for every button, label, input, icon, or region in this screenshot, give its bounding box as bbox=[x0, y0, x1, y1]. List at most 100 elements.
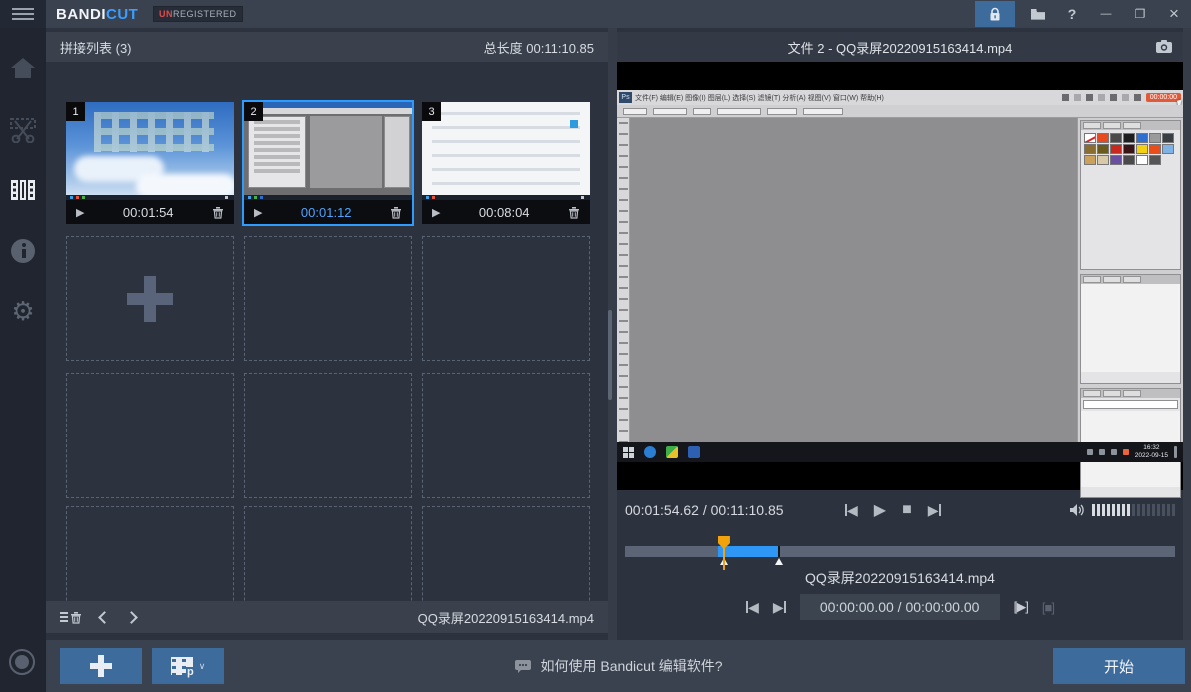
video-preview[interactable]: Ps 文件(F) 编辑(E) 图像(I) 图层(L) 选择(S) 滤镜(T) 分… bbox=[617, 62, 1183, 490]
shield-icon bbox=[666, 446, 678, 458]
trash-icon bbox=[212, 206, 224, 219]
speech-bubble-icon bbox=[514, 659, 532, 673]
move-right-button[interactable] bbox=[125, 611, 138, 624]
empty-slot bbox=[422, 373, 590, 498]
join-list-panel: 拼接列表 (3) 总长度 00:11:10.85 1 ▶ 00:01:54 bbox=[46, 28, 608, 640]
ps-taskbar-icon bbox=[688, 446, 700, 458]
segment-prev-button[interactable]: ◀ bbox=[746, 599, 759, 616]
open-folder-button[interactable] bbox=[1021, 1, 1055, 27]
clip-1-thumbnail bbox=[66, 102, 234, 200]
video-ps-panels bbox=[1077, 118, 1183, 442]
clip-play-icon[interactable]: ▶ bbox=[432, 206, 440, 219]
join-list-title: 拼接列表 (3) bbox=[60, 38, 132, 57]
volume-bars[interactable] bbox=[1092, 504, 1175, 516]
sidebar-item-join[interactable] bbox=[0, 170, 46, 210]
clear-list-button[interactable] bbox=[60, 611, 82, 624]
segment-next-button[interactable]: ▶ bbox=[773, 599, 786, 616]
help-text: 如何使用 Bandicut 编辑软件? bbox=[540, 656, 722, 676]
skip-start-button[interactable]: ◀ bbox=[845, 502, 858, 519]
total-length-label: 总长度 00:11:10.85 bbox=[484, 38, 594, 57]
stop-icon: ■ bbox=[902, 501, 912, 519]
scissors-cut-icon bbox=[9, 117, 37, 143]
home-icon bbox=[10, 56, 36, 80]
video-ps-menubar: Ps 文件(F) 编辑(E) 图像(I) 图层(L) 选择(S) 滤镜(T) 分… bbox=[617, 90, 1183, 105]
segment-play-button[interactable]: [▶] bbox=[1014, 599, 1028, 615]
maximize-button[interactable]: ❐ bbox=[1123, 1, 1157, 27]
snapshot-button[interactable] bbox=[1155, 39, 1173, 59]
segment-next-icon: ▶ bbox=[773, 599, 784, 616]
sidebar-item-home[interactable] bbox=[0, 48, 46, 88]
list-icon bbox=[60, 612, 68, 622]
clip-item-1[interactable]: 1 ▶ 00:01:54 bbox=[66, 102, 234, 224]
help-button[interactable]: ? bbox=[1055, 1, 1089, 27]
clip-play-icon[interactable]: ▶ bbox=[254, 206, 262, 219]
play-icon: ▶ bbox=[874, 500, 886, 520]
titlebar: BANDICUT UNREGISTERED ? — ❐ × bbox=[0, 0, 1191, 28]
clip-grid: 1 ▶ 00:01:54 ···· bbox=[46, 62, 608, 629]
clip-number-badge: 3 bbox=[422, 102, 441, 121]
app-logo: BANDICUT bbox=[56, 0, 138, 28]
sidebar: ⚙ bbox=[0, 28, 46, 692]
logo-text-cut: CUT bbox=[106, 6, 138, 23]
record-button[interactable] bbox=[9, 649, 35, 675]
selected-segment[interactable] bbox=[718, 546, 778, 557]
recording-time-badge: 00:00:00 bbox=[1146, 93, 1181, 102]
clip-2-thumbnail bbox=[244, 102, 412, 200]
seek-track[interactable] bbox=[625, 546, 1175, 557]
preview-title: 文件 2 - QQ录屏20220915163414.mp4 bbox=[788, 38, 1013, 57]
clip-item-2-selected[interactable]: 2 ▶ 00:01:12 bbox=[244, 102, 412, 224]
segment-stop-button[interactable]: [■] bbox=[1042, 600, 1054, 615]
windows-start-icon bbox=[623, 447, 634, 458]
start-label: 开始 bbox=[1104, 656, 1134, 677]
sidebar-item-info[interactable] bbox=[0, 231, 46, 271]
lock-icon bbox=[988, 7, 1002, 22]
start-button[interactable]: 开始 bbox=[1053, 648, 1185, 684]
preview-header: 文件 2 - QQ录屏20220915163414.mp4 bbox=[617, 32, 1183, 62]
sidebar-item-settings[interactable]: ⚙ bbox=[0, 291, 46, 331]
clip-3-footer: ▶ 00:08:04 bbox=[422, 200, 590, 224]
segment-time-display[interactable]: 00:00:00.00 / 00:00:00.00 bbox=[800, 594, 1000, 620]
move-left-button[interactable] bbox=[98, 611, 111, 624]
qq-annotation-toolbar: 00:00:00 bbox=[1062, 93, 1181, 102]
help-link[interactable]: 如何使用 Bandicut 编辑软件? bbox=[46, 640, 1191, 692]
segment-end-tick bbox=[778, 546, 780, 557]
clip-play-icon[interactable]: ▶ bbox=[76, 206, 84, 219]
clip-item-3[interactable]: 3 ▶ 00:08:04 bbox=[422, 102, 590, 224]
skip-end-button[interactable]: ▶ bbox=[928, 502, 941, 519]
maximize-icon: ❐ bbox=[1135, 7, 1146, 21]
preview-panel: 文件 2 - QQ录屏20220915163414.mp4 Ps 文件(F) 编… bbox=[617, 28, 1183, 640]
segment-end-handle[interactable] bbox=[775, 558, 783, 565]
volume-control[interactable] bbox=[1069, 503, 1175, 517]
clip-delete-button[interactable] bbox=[568, 206, 580, 219]
sidebar-item-cut[interactable] bbox=[0, 110, 46, 150]
empty-slot-add[interactable] bbox=[66, 236, 234, 361]
lock-button[interactable] bbox=[975, 1, 1015, 27]
minimize-button[interactable]: — bbox=[1089, 1, 1123, 27]
playback-time: 00:01:54.62 / 00:11:10.85 bbox=[625, 502, 784, 518]
window-controls: ? — ❐ × bbox=[975, 0, 1191, 28]
ps-logo: Ps bbox=[619, 92, 632, 103]
clip-duration: 00:01:12 bbox=[262, 205, 390, 220]
clip-number-badge: 2 bbox=[244, 102, 263, 121]
menu-button[interactable] bbox=[0, 0, 46, 28]
speaker-icon bbox=[1069, 503, 1086, 517]
join-list-scrollbar[interactable] bbox=[608, 310, 612, 400]
video-frame-desktop: Ps 文件(F) 编辑(E) 图像(I) 图层(L) 选择(S) 滤镜(T) 分… bbox=[617, 90, 1183, 462]
clip-number-badge: 1 bbox=[66, 102, 85, 121]
unregistered-un: UN bbox=[159, 9, 173, 19]
clip-duration: 00:08:04 bbox=[440, 205, 568, 220]
play-button[interactable]: ▶ bbox=[874, 500, 886, 520]
clip-delete-button[interactable] bbox=[212, 206, 224, 219]
clip-1-footer: ▶ 00:01:54 bbox=[66, 200, 234, 224]
stop-button[interactable]: ■ bbox=[902, 501, 912, 519]
preview-clip-filename: QQ录屏20220915163414.mp4 bbox=[617, 568, 1183, 588]
seek-bar bbox=[625, 536, 1175, 570]
close-button[interactable]: × bbox=[1157, 1, 1191, 27]
clip-delete-button[interactable] bbox=[390, 206, 402, 219]
empty-slot bbox=[244, 236, 412, 361]
video-ps-canvas bbox=[630, 118, 1077, 442]
empty-slot bbox=[422, 236, 590, 361]
question-icon: ? bbox=[1068, 6, 1077, 22]
segment-prev-icon: ◀ bbox=[748, 599, 759, 616]
folder-icon bbox=[1030, 8, 1046, 21]
